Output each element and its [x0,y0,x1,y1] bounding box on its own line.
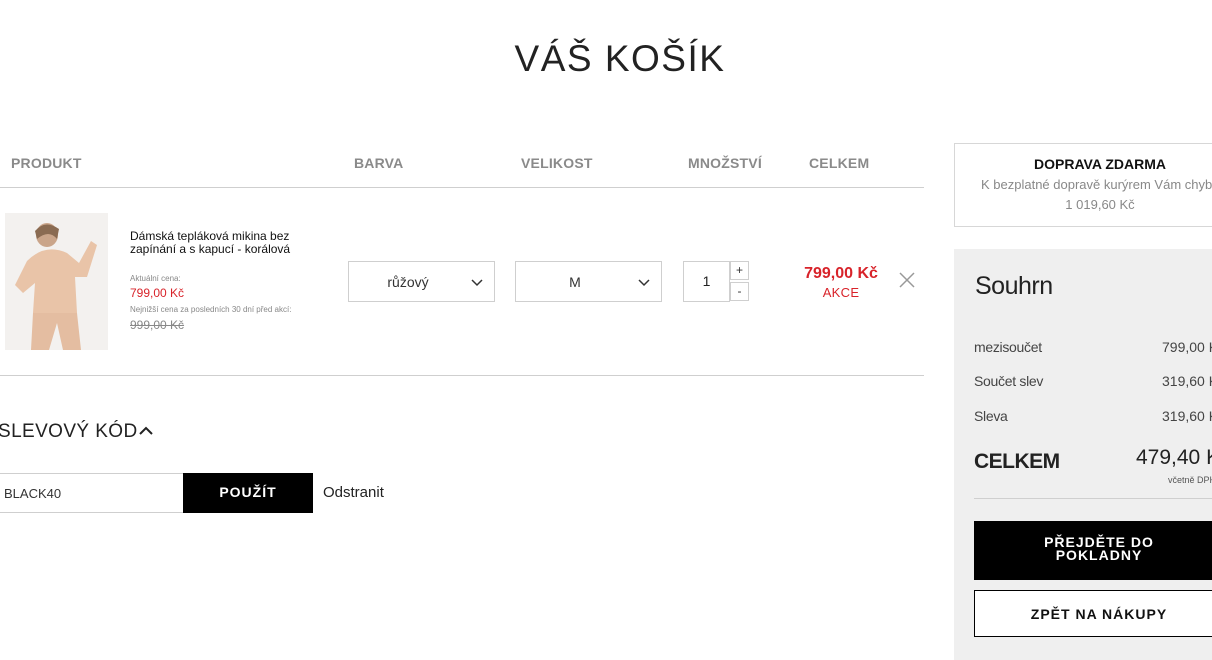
close-icon[interactable] [898,271,916,289]
cart-page: VÁŠ KOŠÍK PRODUKT BARVA VELIKOST MNOŽSTV… [0,0,1212,660]
column-color: BARVA [354,155,404,171]
free-shipping-box: DOPRAVA ZDARMA K bezplatné dopravě kurýr… [954,143,1212,227]
size-select-value: M [569,274,581,290]
discount-label: Sleva [974,408,1008,424]
apply-discount-button[interactable]: POUŽÍT [183,473,313,513]
chevron-down-icon [638,279,650,287]
discount-code-title[interactable]: SLEVOVÝ KÓD [0,421,138,443]
current-price: 799,00 Kč [130,286,185,300]
color-select-value: růžový [387,274,429,290]
subtotal-value: 799,00 Kč [1162,339,1212,355]
summary-divider [974,498,1212,499]
quantity-increase-button[interactable]: + [730,261,749,280]
quantity-decrease-button[interactable]: - [730,282,749,301]
column-size: VELIKOST [521,155,593,171]
discount-sum-value: 319,60 Kč [1162,373,1212,389]
cart-table-header: PRODUKT BARVA VELIKOST MNOŽSTVÍ CELKEM [0,140,924,188]
product-image[interactable] [5,213,108,350]
current-price-label: Aktuální cena: [130,274,181,283]
free-shipping-title: DOPRAVA ZDARMA [1034,156,1166,172]
total-label: CELKEM [974,450,1060,473]
product-photo [5,213,108,350]
product-name[interactable]: Dámská tepláková mikina bez zapínání a s… [130,230,330,256]
column-product: PRODUKT [11,155,82,171]
column-quantity: MNOŽSTVÍ [688,155,762,171]
cart-item-row: Dámská tepláková mikina bez zapínání a s… [0,188,924,376]
order-summary: Souhrn mezisoučet 799,00 Kč Součet slev … [954,249,1212,660]
checkout-button-line2: POKLADNY [1055,547,1143,563]
free-shipping-amount: 1 019,60 Kč [1065,197,1135,212]
checkout-button[interactable]: PŘEJDĚTE DO POKLADNY [974,521,1212,580]
quantity-input[interactable]: 1 [683,261,730,302]
sale-badge: AKCE [822,285,860,300]
free-shipping-text: K bezplatné dopravě kurýrem Vám chybí [981,177,1212,192]
item-total-price: 799,00 Kč [804,265,878,282]
color-select[interactable]: růžový [348,261,495,302]
chevron-down-icon [471,279,483,287]
discount-code-input[interactable]: BLACK40 [0,473,184,513]
remove-discount-link[interactable]: Odstranit [323,484,384,501]
column-total: CELKEM [809,155,870,171]
vat-note: včetně DPH [1168,475,1212,485]
chevron-up-icon[interactable] [137,422,155,440]
subtotal-label: mezisoučet [974,339,1042,355]
size-select[interactable]: M [515,261,662,302]
total-value: 479,40 Kč [1136,446,1212,469]
continue-shopping-button[interactable]: ZPĚT NA NÁKUPY [974,590,1212,637]
old-price: 999,00 Kč [130,318,185,332]
discount-sum-label: Součet slev [974,373,1044,389]
summary-title: Souhrn [975,272,1053,300]
discount-value: 319,60 Kč [1162,408,1212,424]
page-title: VÁŠ KOŠÍK [514,38,726,79]
lowest-price-label: Nejnižší cena za posledních 30 dní před … [130,305,292,314]
